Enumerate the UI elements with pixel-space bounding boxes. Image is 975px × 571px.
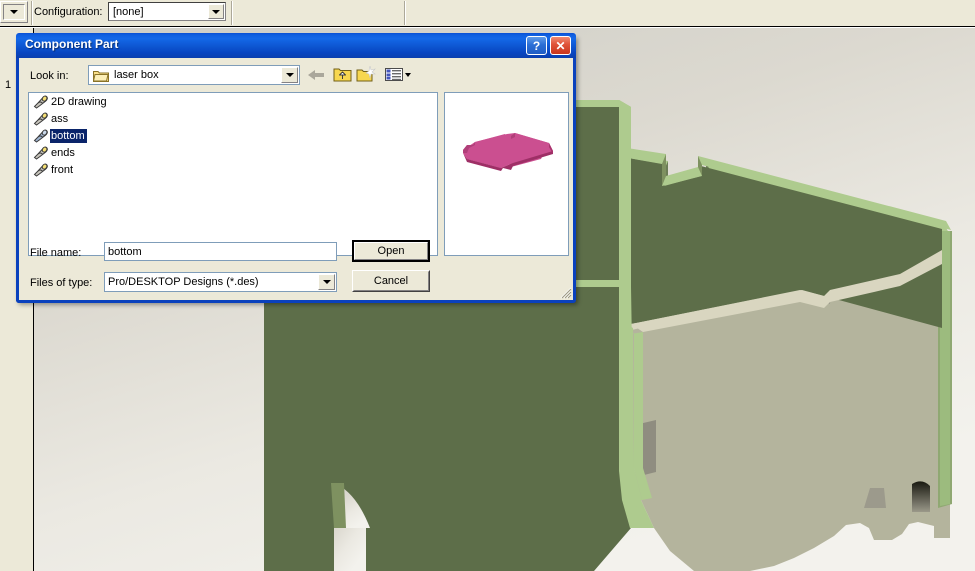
file-name-input[interactable]: bottom — [104, 242, 337, 261]
toolbar-separator-1 — [31, 1, 33, 25]
chevron-down-icon — [212, 9, 220, 14]
des-file-icon — [33, 112, 48, 126]
look-in-label: Look in: — [30, 70, 69, 82]
configuration-dropdown-button[interactable] — [208, 4, 224, 19]
list-item-label: ends — [51, 146, 75, 159]
chevron-down-icon — [322, 280, 331, 284]
application-toolbar: Configuration: [none] — [0, 0, 975, 27]
resize-grip-icon[interactable] — [558, 285, 572, 299]
list-item-label: bottom — [50, 128, 87, 143]
files-of-type-value: Pro/DESKTOP Designs (*.des) — [108, 276, 259, 288]
list-item[interactable]: ass — [29, 110, 437, 127]
configuration-label: Configuration: — [34, 6, 103, 18]
configuration-value: [none] — [113, 6, 144, 18]
look-in-dropdown-button[interactable] — [281, 67, 298, 83]
open-button-label: Open — [377, 245, 405, 257]
des-file-icon — [33, 95, 48, 109]
folder-icon — [93, 71, 109, 82]
screen: Configuration: [none] 1 Component Part ?… — [0, 0, 975, 571]
cancel-button[interactable]: Cancel — [352, 270, 430, 292]
look-in-value: laser box — [114, 69, 159, 81]
file-name-label: File name: — [30, 247, 82, 259]
toolbar-separator-3 — [404, 1, 406, 25]
question-mark-icon: ? — [532, 38, 541, 53]
toolbar-left-dropdown-inner — [3, 4, 25, 20]
list-item-label: front — [51, 163, 74, 176]
new-folder-button[interactable] — [355, 64, 377, 85]
close-x-icon: ✕ — [555, 38, 566, 53]
open-button[interactable]: Open — [352, 240, 430, 262]
file-list[interactable]: 2D drawing ass bottom ends front — [28, 92, 438, 256]
cancel-button-label: Cancel — [373, 275, 409, 287]
configuration-dropdown[interactable]: [none] — [108, 2, 226, 21]
chevron-down-icon — [285, 73, 294, 77]
des-file-icon — [33, 146, 48, 160]
new-folder-icon — [356, 66, 376, 82]
des-file-icon — [33, 163, 48, 177]
list-item-label: 2D drawing — [51, 95, 107, 108]
chevron-down-icon — [10, 10, 18, 14]
files-of-type-dropdown-button[interactable] — [318, 274, 335, 290]
ruler-marker: 1 — [5, 79, 12, 91]
component-part-dialog[interactable]: Component Part ? ✕ Look in: laser box 2D… — [16, 33, 576, 303]
views-list-icon — [385, 68, 411, 81]
des-file-icon — [33, 129, 48, 143]
look-in-dropdown[interactable]: laser box — [88, 65, 300, 85]
file-preview-pane — [444, 92, 569, 256]
back-button[interactable] — [305, 64, 327, 85]
files-of-type-dropdown[interactable]: Pro/DESKTOP Designs (*.des) — [104, 272, 337, 292]
toolbar-left-dropdown[interactable] — [0, 1, 28, 23]
files-of-type-label: Files of type: — [30, 277, 93, 289]
preview-bottom-part — [445, 93, 568, 255]
list-item-label: ass — [51, 112, 69, 125]
back-arrow-icon — [308, 69, 324, 80]
folder-up-icon — [333, 68, 351, 82]
views-button[interactable] — [383, 64, 413, 85]
list-item[interactable]: ends — [29, 144, 437, 161]
dialog-titlebar[interactable]: Component Part ? ✕ — [16, 33, 576, 58]
list-item-selected[interactable]: bottom — [29, 127, 437, 144]
toolbar-separator-2 — [231, 1, 233, 25]
close-button[interactable]: ✕ — [550, 36, 571, 55]
help-button[interactable]: ? — [526, 36, 547, 55]
list-item[interactable]: 2D drawing — [29, 93, 437, 110]
dialog-title: Component Part — [25, 37, 119, 51]
list-item[interactable]: front — [29, 161, 437, 178]
up-one-level-button[interactable] — [331, 64, 353, 85]
file-name-value: bottom — [108, 246, 142, 258]
